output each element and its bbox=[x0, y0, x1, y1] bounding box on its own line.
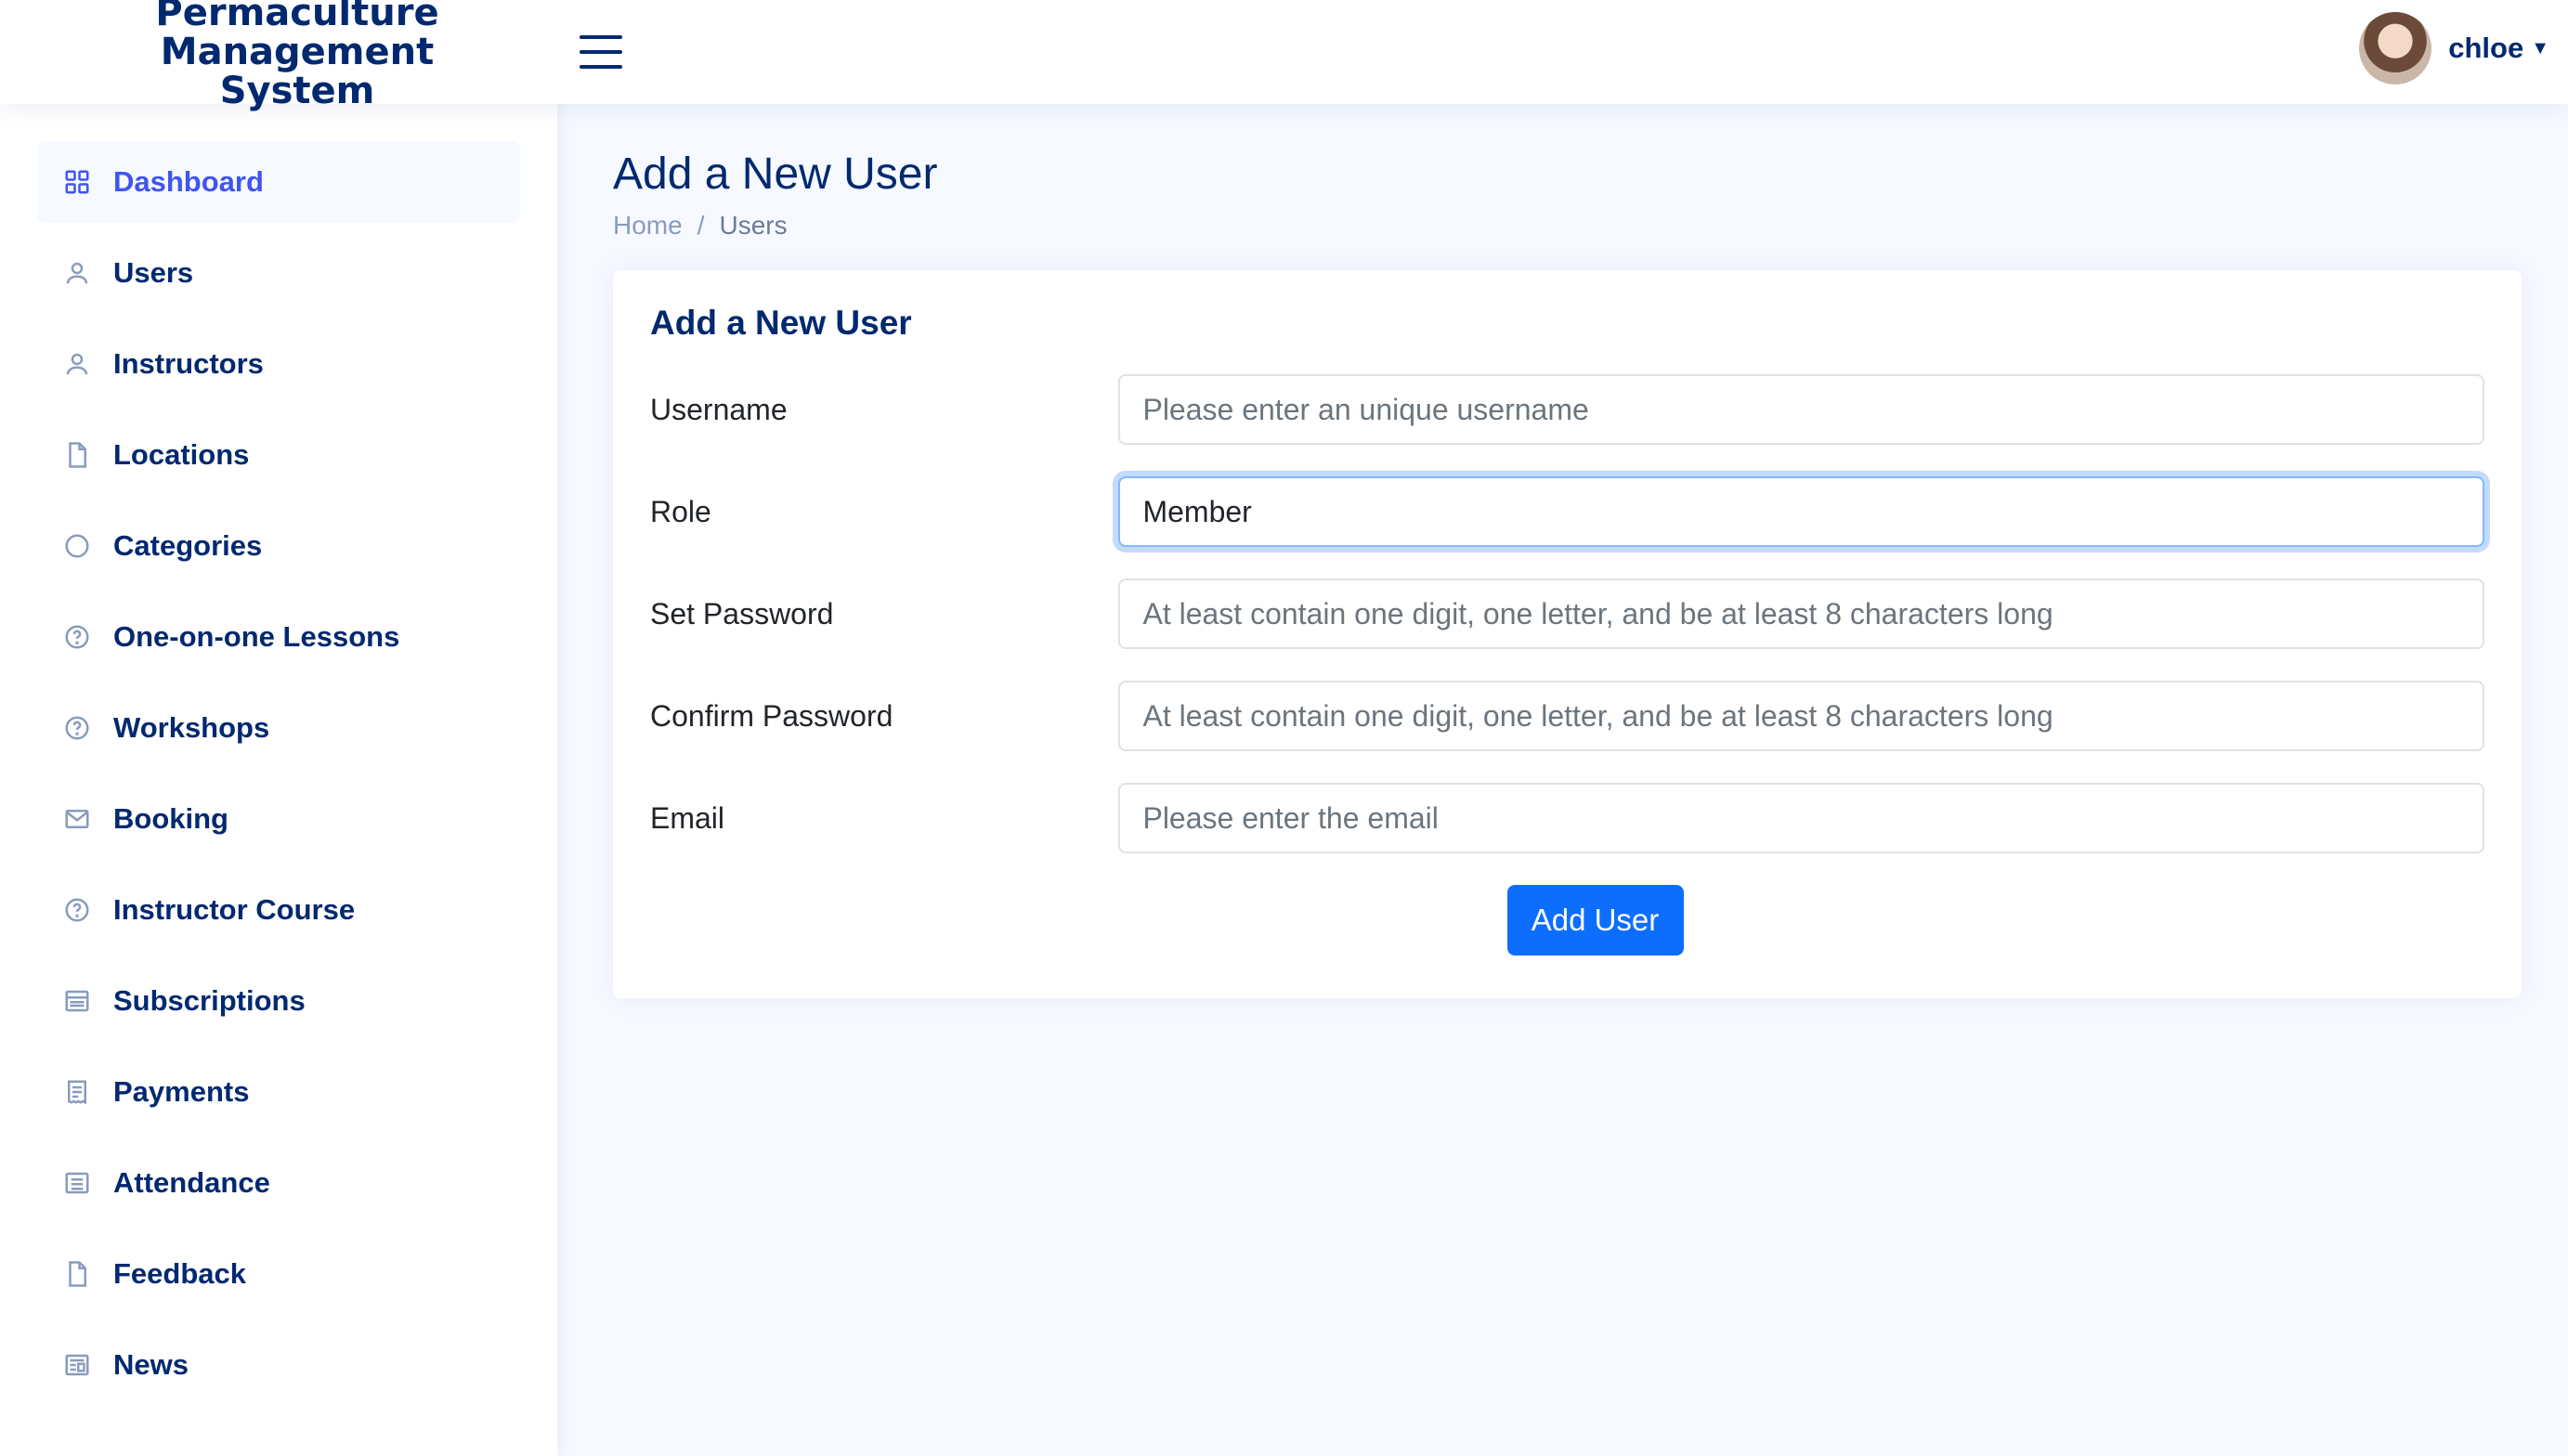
sidebar-item-label: Workshops bbox=[113, 711, 270, 744]
hamburger-menu-icon[interactable] bbox=[578, 32, 624, 72]
envelope-icon bbox=[63, 805, 91, 833]
circle-icon bbox=[63, 532, 91, 560]
sidebar-item-label: Attendance bbox=[113, 1166, 270, 1199]
sidebar-item-label: News bbox=[113, 1348, 189, 1381]
sidebar-item-label: Payments bbox=[113, 1075, 250, 1108]
sidebar-item-users[interactable]: Users bbox=[37, 232, 520, 314]
sidebar-item-label: Instructors bbox=[113, 347, 264, 380]
sidebar-item-label: Locations bbox=[113, 438, 250, 471]
grid-icon bbox=[63, 168, 91, 196]
question-circle-icon bbox=[63, 896, 91, 924]
question-circle-icon bbox=[63, 714, 91, 742]
sidebar-item-label: Instructor Course bbox=[113, 893, 356, 926]
submit-row: Add User bbox=[650, 885, 2484, 956]
sidebar-item-attendance[interactable]: Attendance bbox=[37, 1142, 520, 1224]
logo-line-2: System bbox=[219, 70, 375, 112]
username-label: Username bbox=[650, 392, 788, 426]
avatar bbox=[2359, 12, 2432, 84]
sidebar-item-label: One-on-one Lessons bbox=[113, 620, 400, 653]
person-icon bbox=[63, 259, 91, 287]
caret-down-icon: ▼ bbox=[2531, 37, 2549, 58]
add-user-button[interactable]: Add User bbox=[1506, 885, 1684, 956]
sidebar-item-label: Dashboard bbox=[113, 165, 264, 198]
sidebar-item-label: Users bbox=[113, 256, 194, 289]
sidebar-item-label: Feedback bbox=[113, 1257, 247, 1290]
email-input[interactable] bbox=[1118, 783, 2484, 853]
password-row: Set Password bbox=[650, 578, 2484, 649]
sidebar-item-categories[interactable]: Categories bbox=[37, 505, 520, 587]
newspaper-icon bbox=[63, 1351, 91, 1379]
role-label: Role bbox=[650, 494, 711, 528]
sidebar: Dashboard Users Instructors Locations Ca… bbox=[0, 104, 557, 1456]
breadcrumb-home[interactable]: Home bbox=[613, 211, 683, 240]
email-row: Email bbox=[650, 783, 2484, 853]
card-list-icon bbox=[63, 987, 91, 1015]
sidebar-item-label: Booking bbox=[113, 802, 228, 835]
sidebar-item-booking[interactable]: Booking bbox=[37, 778, 520, 860]
breadcrumb-current: Users bbox=[719, 211, 788, 240]
sidebar-item-news[interactable]: News bbox=[37, 1324, 520, 1406]
sidebar-item-one-on-one-lessons[interactable]: One-on-one Lessons bbox=[37, 596, 520, 678]
confirm-password-input[interactable] bbox=[1118, 681, 2484, 751]
confirm-password-label: Confirm Password bbox=[650, 698, 893, 733]
person-icon bbox=[63, 350, 91, 378]
profile-name: chloe bbox=[2448, 32, 2524, 64]
sidebar-item-workshops[interactable]: Workshops bbox=[37, 687, 520, 769]
sidebar-item-locations[interactable]: Locations bbox=[37, 414, 520, 496]
password-input[interactable] bbox=[1118, 578, 2484, 649]
logo-line-1: Permaculture Management bbox=[155, 0, 439, 73]
sidebar-item-instructor-course[interactable]: Instructor Course bbox=[37, 869, 520, 951]
email-label: Email bbox=[650, 800, 725, 835]
add-user-card: Add a New User Username Role Set Passwor… bbox=[613, 270, 2522, 998]
role-input[interactable] bbox=[1118, 476, 2484, 547]
page-title: Add a New User bbox=[613, 150, 938, 199]
breadcrumb: Home / Users bbox=[613, 211, 2512, 240]
list-icon bbox=[63, 1169, 91, 1197]
receipt-icon bbox=[63, 1078, 91, 1106]
card-title: Add a New User bbox=[650, 304, 912, 342]
question-circle-icon bbox=[63, 623, 91, 651]
file-icon bbox=[63, 1260, 91, 1288]
sidebar-item-instructors[interactable]: Instructors bbox=[37, 323, 520, 405]
top-header: Permaculture Management System chloe ▼ bbox=[0, 0, 2568, 110]
confirm-password-row: Confirm Password bbox=[650, 681, 2484, 751]
file-icon bbox=[63, 441, 91, 469]
main-content: Add a New User Home / Users Add a New Us… bbox=[557, 104, 2568, 1456]
sidebar-item-subscriptions[interactable]: Subscriptions bbox=[37, 960, 520, 1042]
sidebar-item-payments[interactable]: Payments bbox=[37, 1051, 520, 1133]
sidebar-item-feedback[interactable]: Feedback bbox=[37, 1233, 520, 1315]
app-logo[interactable]: Permaculture Management System bbox=[0, 0, 557, 110]
role-row: Role bbox=[650, 476, 2484, 547]
username-input[interactable] bbox=[1118, 374, 2484, 445]
sidebar-item-dashboard[interactable]: Dashboard bbox=[37, 141, 520, 223]
sidebar-item-label: Categories bbox=[113, 529, 263, 562]
profile-dropdown[interactable]: chloe ▼ bbox=[2359, 12, 2549, 84]
username-row: Username bbox=[650, 374, 2484, 445]
sidebar-item-label: Subscriptions bbox=[113, 984, 306, 1017]
password-label: Set Password bbox=[650, 596, 834, 630]
breadcrumb-separator: / bbox=[697, 211, 705, 240]
